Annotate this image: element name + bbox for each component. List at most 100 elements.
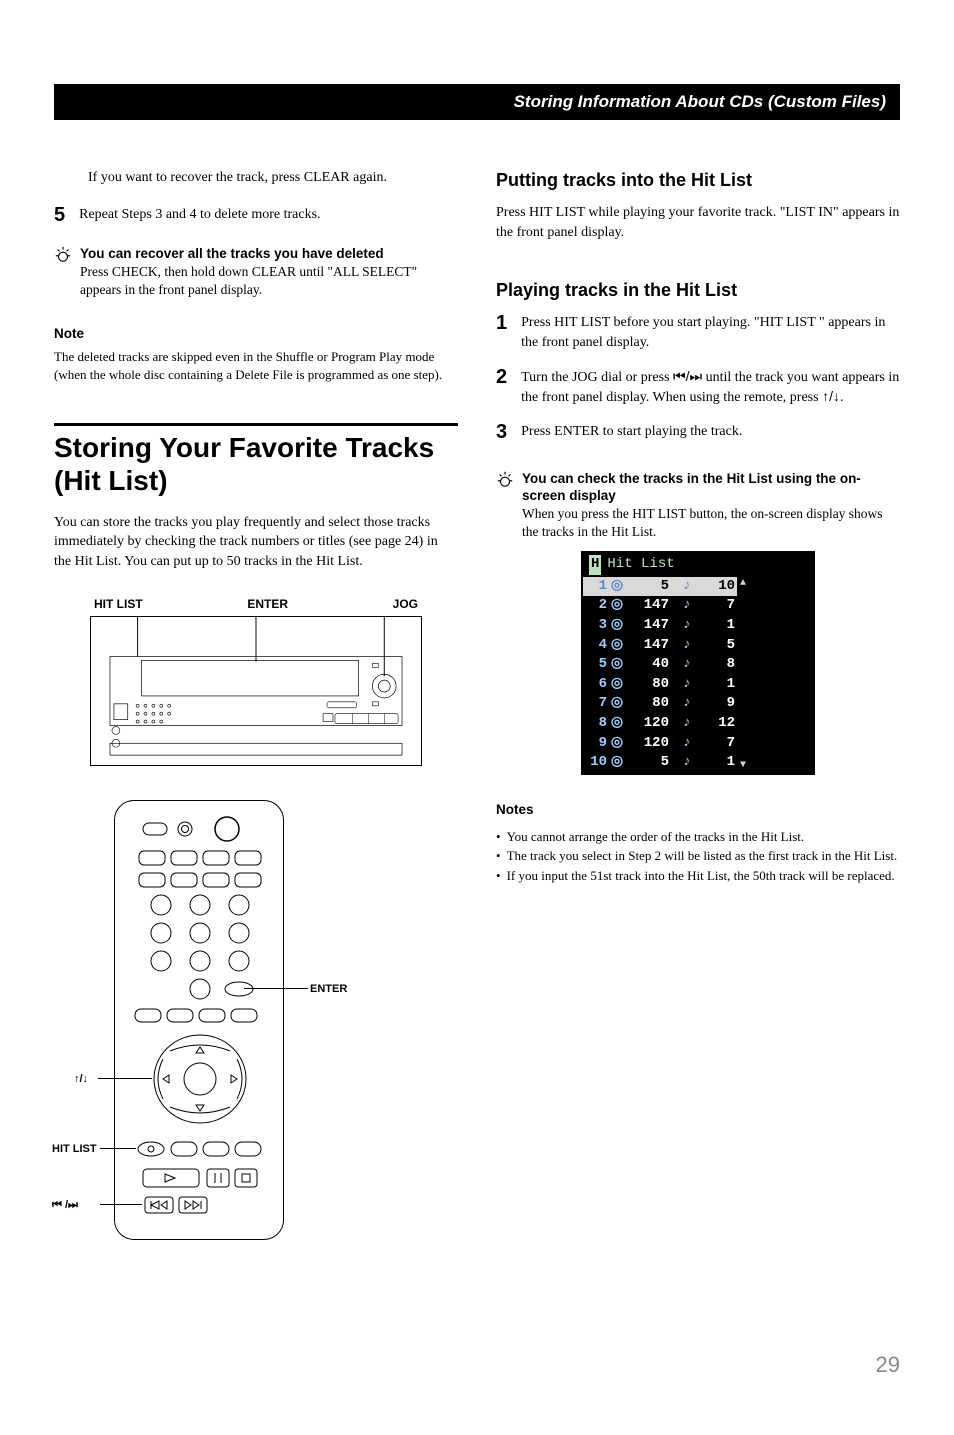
osd-row-track: 7 — [705, 734, 735, 754]
note-text: You cannot arrange the order of the trac… — [507, 828, 805, 846]
remote-label-updown: ↑/↓ — [74, 1072, 88, 1087]
section-title: Storing Your Favorite Tracks (Hit List) — [54, 432, 458, 496]
page-number: 29 — [876, 1350, 900, 1381]
osd-row-index: 7 — [585, 694, 607, 714]
osd-row: 6◎80♪1 — [583, 675, 737, 695]
header-title: Storing Information About CDs (Custom Fi… — [514, 92, 886, 111]
tip-onscreen: You can check the tracks in the Hit List… — [496, 470, 900, 542]
osd-rows: 1◎5♪102◎147♪73◎147♪14◎147♪55◎40♪86◎80♪17… — [583, 577, 737, 773]
playing-step-2: 2 Turn the JOG dial or press ⏮/⏭ until t… — [496, 367, 900, 408]
remote-line-enter — [244, 988, 308, 989]
osd-row: 5◎40♪8 — [583, 655, 737, 675]
osd-row-index: 2 — [585, 596, 607, 616]
osd-row: 8◎120♪12 — [583, 714, 737, 734]
panel-labels: HIT LIST ENTER JOG — [94, 596, 418, 613]
osd-row-index: 4 — [585, 636, 607, 656]
osd-row-index: 1 — [585, 577, 607, 597]
step-5: 5 Repeat Steps 3 and 4 to delete more tr… — [54, 205, 458, 225]
note-body: The deleted tracks are skipped even in t… — [54, 348, 458, 383]
page-number-value: 29 — [876, 1352, 900, 1377]
playing-step-2-text: Turn the JOG dial or press ⏮/⏭ until the… — [521, 367, 900, 408]
osd-row: 2◎147♪7 — [583, 596, 737, 616]
remote-label-prevnext: ⏮ /⏭ — [52, 1198, 78, 1213]
remote-line-hitlist — [100, 1148, 136, 1149]
osd-display: H Hit List 1◎5♪102◎147♪73◎147♪14◎147♪55◎… — [581, 551, 815, 775]
note-icon: ♪ — [669, 577, 705, 597]
osd-row: 9◎120♪7 — [583, 734, 737, 754]
osd-scroll-down-icon: ▼ — [737, 759, 749, 773]
osd: H Hit List 1◎5♪102◎147♪73◎147♪14◎147♪55◎… — [581, 551, 815, 775]
osd-scroll-up-icon: ▲ — [737, 577, 749, 591]
notes-title: Notes — [496, 801, 900, 820]
osd-row-disc: 40 — [627, 655, 669, 675]
osd-scrollbar: ▲ ▼ — [737, 577, 749, 773]
playing-step-1-num: 1 — [496, 313, 507, 333]
note-text: If you input the 51st track into the Hit… — [507, 867, 895, 885]
tip-onscreen-body: When you press the HIT LIST button, the … — [522, 505, 900, 541]
remote-diagram-wrap: ENTER ↑/↓ HIT LIST ⏮ /⏭ — [114, 800, 344, 1240]
osd-row-disc: 120 — [627, 714, 669, 734]
playing-step-1-text: Press HIT LIST before you start playing.… — [521, 313, 900, 352]
osd-row: 10◎5♪1 — [583, 753, 737, 773]
disc-icon: ◎ — [607, 675, 627, 695]
playing-step-3-num: 3 — [496, 422, 507, 442]
bullet-icon: • — [496, 828, 501, 846]
osd-row-disc: 80 — [627, 675, 669, 695]
osd-row: 1◎5♪10 — [583, 577, 737, 597]
osd-row-index: 8 — [585, 714, 607, 734]
osd-header: H Hit List — [583, 553, 813, 577]
osd-row-track: 1 — [705, 675, 735, 695]
prev-next-icon: ⏮/⏭ — [673, 368, 702, 384]
osd-row-disc: 80 — [627, 694, 669, 714]
disc-icon: ◎ — [607, 636, 627, 656]
playing-step-3: 3 Press ENTER to start playing the track… — [496, 422, 900, 442]
playing-step-2-text-a: Turn the JOG dial or press — [521, 370, 673, 385]
step-5-number: 5 — [54, 205, 65, 225]
note-icon: ♪ — [669, 675, 705, 695]
remote-label-enter: ENTER — [310, 982, 347, 997]
recover-paragraph: If you want to recover the track, press … — [88, 168, 458, 188]
remote-label-hitlist: HIT LIST — [52, 1142, 97, 1157]
osd-row-disc: 120 — [627, 734, 669, 754]
cd-player-svg — [91, 617, 421, 765]
osd-row: 3◎147♪1 — [583, 616, 737, 636]
osd-row-disc: 147 — [627, 596, 669, 616]
osd-row: 7◎80♪9 — [583, 694, 737, 714]
disc-icon: ◎ — [607, 753, 627, 773]
playing-title: Playing tracks in the Hit List — [496, 278, 900, 303]
osd-row-disc: 147 — [627, 636, 669, 656]
list-item: • You cannot arrange the order of the tra… — [496, 828, 900, 846]
osd-row: 4◎147♪5 — [583, 636, 737, 656]
osd-body: 1◎5♪102◎147♪73◎147♪14◎147♪55◎40♪86◎80♪17… — [583, 577, 813, 773]
osd-row-track: 1 — [705, 616, 735, 636]
notes-list: • You cannot arrange the order of the tra… — [496, 828, 900, 885]
playing-step-2-text-c: . — [840, 390, 844, 405]
disc-icon: ◎ — [607, 655, 627, 675]
putting-title: Putting tracks into the Hit List — [496, 168, 900, 193]
disc-icon: ◎ — [607, 714, 627, 734]
osd-row-disc: 5 — [627, 577, 669, 597]
osd-row-disc: 5 — [627, 753, 669, 773]
note-icon: ♪ — [669, 714, 705, 734]
playing-step-3-text: Press ENTER to start playing the track. — [521, 422, 742, 442]
note-text: The track you select in Step 2 will be l… — [507, 847, 898, 865]
note-icon: ♪ — [669, 616, 705, 636]
osd-row-index: 5 — [585, 655, 607, 675]
remote-line-updown — [98, 1078, 152, 1079]
disc-icon: ◎ — [607, 734, 627, 754]
playing-step-2-num: 2 — [496, 367, 507, 387]
playing-step-1: 1 Press HIT LIST before you start playin… — [496, 313, 900, 352]
bullet-icon: • — [496, 847, 501, 865]
note-icon: ♪ — [669, 734, 705, 754]
up-down-icon: ↑/↓ — [822, 388, 840, 404]
tip-title: You can recover all the tracks you have … — [80, 245, 458, 263]
tip-onscreen-content: You can check the tracks in the Hit List… — [522, 470, 900, 542]
note-icon: ♪ — [669, 694, 705, 714]
left-column: If you want to recover the track, press … — [54, 168, 458, 1241]
osd-row-disc: 147 — [627, 616, 669, 636]
osd-header-text: Hit List — [607, 555, 674, 575]
header-bar: Storing Information About CDs (Custom Fi… — [54, 84, 900, 120]
note-icon: ♪ — [669, 596, 705, 616]
panel-label-enter: ENTER — [247, 596, 288, 613]
right-column: Putting tracks into the Hit List Press H… — [496, 168, 900, 1241]
